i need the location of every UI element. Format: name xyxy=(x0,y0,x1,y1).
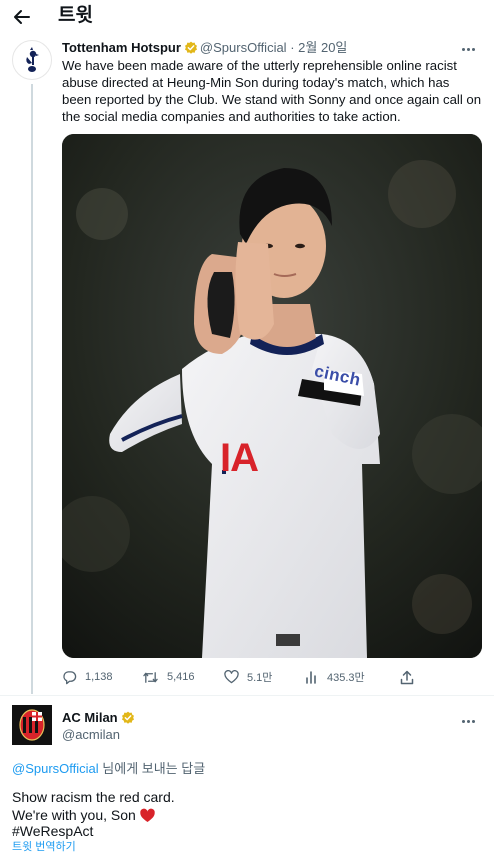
verified-badge-icon xyxy=(184,41,197,54)
avatar-acmilan[interactable] xyxy=(12,705,52,745)
page-title: 트윗 xyxy=(58,5,93,26)
heart-icon xyxy=(224,670,239,684)
views-button[interactable]: 435.3만 xyxy=(305,668,365,686)
author-name[interactable]: Tottenham Hotspur xyxy=(62,40,181,55)
replying-to: @SpursOfficial 님에게 보내는 답글 xyxy=(12,760,205,777)
cockerel-logo-icon xyxy=(26,47,39,72)
translate-tweet-link[interactable]: 트윗 번역하기 xyxy=(12,840,76,854)
player-photo-illustration xyxy=(62,134,482,658)
tweet2-header: AC Milan xyxy=(62,709,137,726)
tweet2-text-line1: Show racism the red card. xyxy=(12,789,175,805)
retweet-icon xyxy=(143,671,158,683)
shirt-letters: IA xyxy=(220,436,259,480)
avatar-spurs[interactable] xyxy=(12,40,52,80)
tweet-timestamp[interactable]: 2월 20일 xyxy=(298,40,347,55)
author-handle[interactable]: @SpursOfficial xyxy=(200,40,287,55)
reply-icon xyxy=(63,670,77,684)
back-button[interactable] xyxy=(10,6,34,28)
retweet-count: 5,416 xyxy=(167,671,195,683)
share-upload-icon xyxy=(400,670,414,684)
tweet1-text: We have been made aware of the utterly r… xyxy=(62,58,482,124)
retweet-button[interactable]: 5,416 xyxy=(142,668,195,686)
tweet1-action-bar: 1,138 5,416 5.1만 435.3만 xyxy=(62,668,482,688)
verified-badge-icon xyxy=(121,711,134,724)
more-options-icon[interactable] xyxy=(462,716,480,726)
reply-count: 1,138 xyxy=(85,671,113,683)
like-count: 5.1만 xyxy=(247,672,273,684)
tweet-tottenham[interactable]: Tottenham Hotspur @SpursOfficial · 2월 20일… xyxy=(0,36,494,694)
reply-to-suffix: 님에게 보내는 답글 xyxy=(98,761,206,776)
share-button[interactable] xyxy=(400,668,414,686)
thread-line xyxy=(31,84,33,694)
arrow-left-icon xyxy=(14,10,30,24)
author-handle[interactable]: @acmilan xyxy=(62,726,120,743)
reply-button[interactable]: 1,138 xyxy=(62,668,113,686)
separator-dot: · xyxy=(290,40,295,55)
top-bar: 트윗 xyxy=(0,0,494,36)
like-button[interactable]: 5.1만 xyxy=(224,668,272,686)
bar-chart-icon xyxy=(306,671,316,684)
red-heart-emoji-icon xyxy=(140,808,155,822)
hashtag-link[interactable]: #WeRespAct xyxy=(12,822,93,840)
view-count: 435.3만 xyxy=(327,672,365,684)
milan-crest-icon xyxy=(19,709,45,741)
tweet-acmilan[interactable]: AC Milan @acmilan @SpursOfficial 님에게 보내는… xyxy=(0,696,494,864)
reply-to-handle-link[interactable]: @SpursOfficial xyxy=(12,761,99,776)
tweet2-text-line2-content: We're with you, Son xyxy=(12,807,136,823)
more-options-icon[interactable] xyxy=(462,44,480,54)
tweet1-header: Tottenham Hotspur @SpursOfficial · 2월 20일 xyxy=(62,39,347,56)
author-name[interactable]: AC Milan xyxy=(62,710,118,725)
tweet-photo[interactable]: cinch IA xyxy=(62,134,482,658)
